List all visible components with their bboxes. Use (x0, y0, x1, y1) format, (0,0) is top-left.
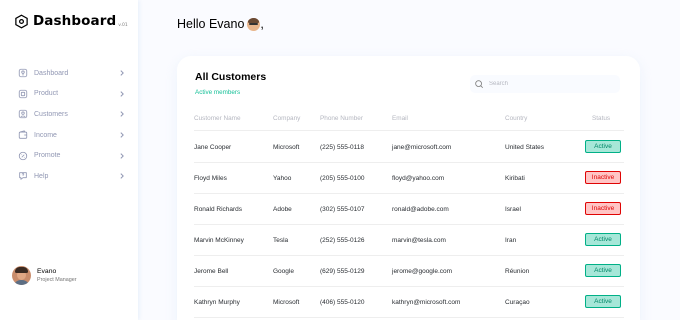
chevron-right-icon (120, 111, 124, 118)
cell-company: Yahoo (273, 175, 292, 182)
divider (194, 130, 624, 131)
cell-phone: (252) 555-0126 (320, 237, 365, 244)
cell-phone: (629) 555-0129 (320, 268, 365, 275)
cell-country: Kiribati (505, 175, 525, 182)
cell-customer-name: Ronald Richards (194, 206, 243, 213)
logo-icon (15, 14, 28, 29)
greeting-text: Hello Evano (177, 17, 245, 31)
card-subtitle[interactable]: Active members (195, 89, 240, 96)
customers-table-body: Jane Cooper Microsoft (225) 555-0118 jan… (194, 132, 624, 318)
wallet-icon (17, 130, 28, 141)
cell-company: Microsoft (273, 299, 300, 306)
sidebar-item-help[interactable]: Help (17, 166, 125, 187)
cell-phone: (406) 555-0120 (320, 299, 365, 306)
cell-email: marvin@tesla.com (392, 237, 446, 244)
profile-name: Evano (37, 268, 57, 275)
status-badge: Active (585, 140, 621, 153)
search-input[interactable] (489, 81, 609, 87)
cell-email: floyd@yahoo.com (392, 175, 445, 182)
sidebar-item-product[interactable]: Product (17, 84, 125, 105)
sidebar-item-label: Dashboard (34, 69, 69, 77)
brand-name: Dashboard (33, 13, 117, 29)
avatar (12, 266, 31, 285)
column-header-customer-name[interactable]: Customer Name (194, 115, 241, 122)
status-badge: Active (585, 264, 621, 277)
sidebar-item-income[interactable]: Income (17, 125, 125, 146)
page-greeting: Hello Evano , (177, 17, 264, 31)
profile-role: Project Manager (37, 277, 77, 283)
sidebar-nav: Dashboard Product Customers Income Promo… (17, 63, 125, 187)
discount-icon (17, 150, 28, 161)
table-row[interactable]: Floyd Miles Yahoo (205) 555-0100 floyd@y… (194, 163, 624, 194)
chevron-right-icon (120, 132, 124, 138)
sidebar-item-dashboard[interactable]: Dashboard (17, 63, 125, 84)
cell-company: Microsoft (273, 144, 300, 151)
cell-customer-name: Jane Cooper (194, 144, 232, 151)
cell-company: Tesla (273, 237, 289, 244)
table-row[interactable]: Ronald Richards Adobe (302) 555-0107 ron… (194, 194, 624, 225)
cell-country: Curaçao (505, 299, 530, 306)
column-header-email[interactable]: Email (392, 115, 408, 122)
sidebar-item-label: Promote (34, 152, 61, 160)
sidebar-item-label: Product (34, 90, 59, 98)
cell-customer-name: Jerome Bell (194, 268, 229, 275)
column-header-country[interactable]: Country (505, 115, 527, 122)
brand-version: v.01 (118, 23, 128, 28)
table-row[interactable]: Jane Cooper Microsoft (225) 555-0118 jan… (194, 132, 624, 163)
cell-country: United States (505, 144, 545, 151)
cell-company: Google (273, 268, 294, 275)
cell-email: jane@microsoft.com (392, 144, 452, 151)
cell-customer-name: Kathryn Murphy (194, 299, 240, 306)
brand[interactable]: Dashboard v.01 (14, 14, 128, 29)
cell-company: Adobe (273, 206, 292, 213)
sidebar-item-customers[interactable]: Customers (17, 104, 125, 125)
chevron-right-icon (120, 173, 124, 180)
chevron-right-icon (120, 152, 124, 159)
cell-email: jerome@google.com (392, 268, 453, 275)
greeting-suffix: , (260, 17, 264, 31)
cell-email: ronald@adobe.com (392, 206, 449, 213)
status-badge: Inactive (585, 171, 621, 184)
cell-country: Réunion (505, 268, 530, 275)
column-header-company[interactable]: Company (273, 115, 300, 122)
table-row[interactable]: Kathryn Murphy Microsoft (406) 555-0120 … (194, 287, 624, 318)
status-badge: Active (585, 295, 621, 308)
user-profile[interactable]: Evano Project Manager (12, 266, 77, 285)
user-square-icon (17, 109, 28, 120)
cell-phone: (302) 555-0107 (320, 206, 365, 213)
search-icon (475, 80, 484, 89)
sidebar: Dashboard v.01 Dashboard Product Custome… (0, 0, 138, 320)
cell-email: kathryn@microsoft.com (392, 299, 461, 306)
column-header-status[interactable]: Status (592, 115, 610, 122)
customers-card: All Customers Active members Customer Na… (177, 56, 640, 320)
sidebar-item-promote[interactable]: Promote (17, 145, 125, 166)
sidebar-item-label: Customers (34, 110, 68, 118)
sidebar-item-label: Help (34, 172, 49, 180)
chevron-right-icon (120, 91, 124, 97)
cell-customer-name: Marvin McKinney (194, 237, 244, 244)
waving-person-emoji-icon (247, 17, 261, 31)
cell-country: Israel (505, 206, 521, 213)
sidebar-item-label: Income (34, 131, 57, 139)
message-question-icon (17, 171, 28, 182)
cube-icon (17, 88, 28, 99)
search-box[interactable] (470, 75, 620, 93)
column-header-phone[interactable]: Phone Number (320, 115, 363, 122)
status-badge: Inactive (585, 202, 621, 215)
card-title: All Customers (195, 71, 267, 83)
table-row[interactable]: Marvin McKinney Tesla (252) 555-0126 mar… (194, 225, 624, 256)
table-header: Customer Name Company Phone Number Email… (194, 115, 624, 127)
chevron-right-icon (120, 70, 124, 77)
key-icon (17, 68, 28, 79)
cell-phone: (205) 555-0100 (320, 175, 365, 182)
status-badge: Active (585, 233, 621, 246)
cell-customer-name: Floyd Miles (194, 175, 227, 182)
cell-country: Iran (505, 237, 517, 244)
cell-phone: (225) 555-0118 (320, 144, 364, 151)
table-row[interactable]: Jerome Bell Google (629) 555-0129 jerome… (194, 256, 624, 287)
